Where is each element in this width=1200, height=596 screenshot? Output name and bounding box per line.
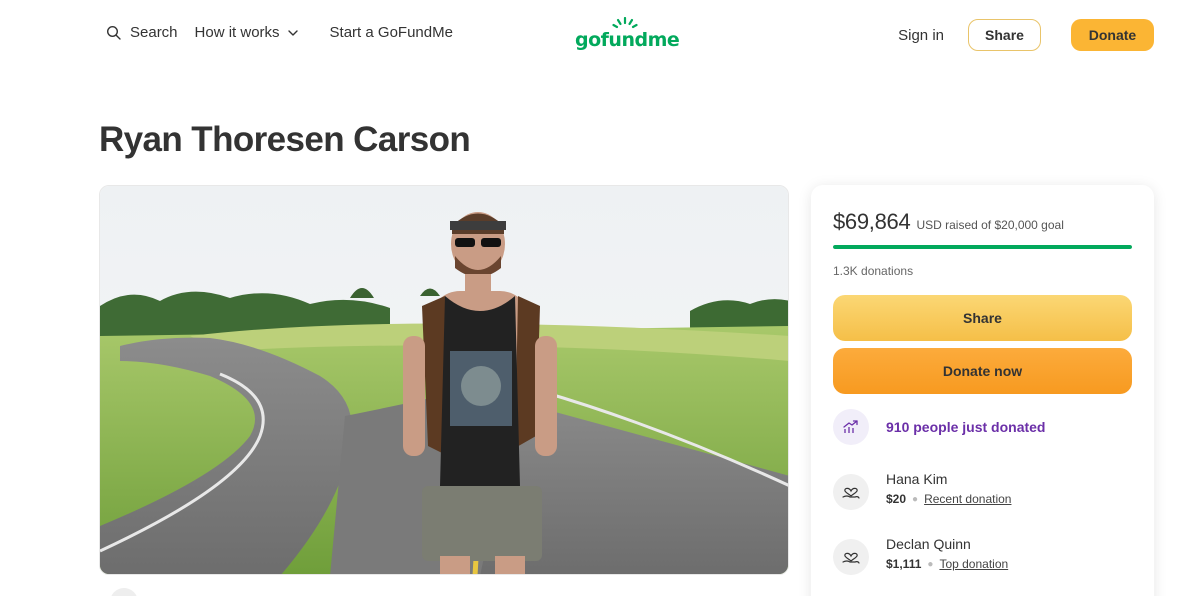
hero-photo (100, 186, 788, 574)
chevron-down-icon (287, 29, 298, 36)
trending-up-icon (833, 409, 869, 445)
progress-bar-fill (833, 245, 1132, 249)
nav-right: Sign in Share Donate (898, 19, 1154, 51)
search-label: Search (130, 24, 178, 41)
donor-name: Hana Kim (886, 471, 948, 487)
share-button-header[interactable]: Share (968, 19, 1041, 51)
logo-text: gofundme (575, 29, 680, 51)
sign-in-link[interactable]: Sign in (898, 27, 944, 44)
separator-dot: ● (912, 493, 919, 505)
amount-raised: $69,864 (833, 209, 911, 234)
how-it-works-dropdown[interactable]: How it works (195, 24, 299, 41)
donation-card: $69,864 USD raised of $20,000 goal 1.3K … (811, 185, 1154, 596)
donor-detail: $20 ● Recent donation (886, 492, 1011, 506)
donate-now-button[interactable]: Donate now (833, 348, 1132, 394)
nav-left: Search How it works Start a GoFundMe (106, 24, 453, 41)
recent-activity: 910 people just donated (833, 409, 1045, 445)
donor-item: Declan Quinn $1,111 ● Top donation (833, 536, 1008, 575)
donor-info: Declan Quinn $1,111 ● Top donation (886, 536, 1008, 571)
search-link[interactable]: Search (106, 24, 178, 41)
site-header: Search How it works Start a GoFundMe gof… (0, 0, 1200, 70)
donations-count: 1.3K donations (833, 264, 914, 278)
campaign-title: Ryan Thoresen Carson (99, 120, 471, 159)
activity-text[interactable]: 910 people just donated (886, 419, 1045, 435)
donor-name: Declan Quinn (886, 536, 971, 552)
goal-text: USD raised of $20,000 goal (916, 218, 1064, 232)
start-gofundme-link[interactable]: Start a GoFundMe (330, 24, 453, 41)
start-gofundme-label: Start a GoFundMe (329, 24, 453, 41)
separator-dot: ● (927, 558, 934, 570)
donor-item: Hana Kim $20 ● Recent donation (833, 471, 1011, 510)
donor-detail: $1,111 ● Top donation (886, 557, 1008, 571)
campaign-hero-image (99, 185, 789, 575)
share-button[interactable]: Share (833, 295, 1132, 341)
donate-button-header[interactable]: Donate (1071, 19, 1154, 51)
gofundme-logo[interactable]: gofundme (575, 17, 680, 53)
progress-bar (833, 245, 1132, 249)
avatar (110, 588, 138, 596)
donor-tag-link[interactable]: Recent donation (924, 492, 1011, 506)
amount-raised-row: $69,864 USD raised of $20,000 goal (833, 209, 1064, 235)
donor-info: Hana Kim $20 ● Recent donation (886, 471, 1011, 506)
heart-hand-icon (833, 539, 869, 575)
heart-hand-icon (833, 474, 869, 510)
donor-amount: $1,111 (886, 557, 922, 571)
search-icon (106, 25, 121, 40)
donor-tag-link[interactable]: Top donation (939, 557, 1008, 571)
how-it-works-label: How it works (194, 24, 280, 41)
donor-amount: $20 (886, 492, 907, 506)
